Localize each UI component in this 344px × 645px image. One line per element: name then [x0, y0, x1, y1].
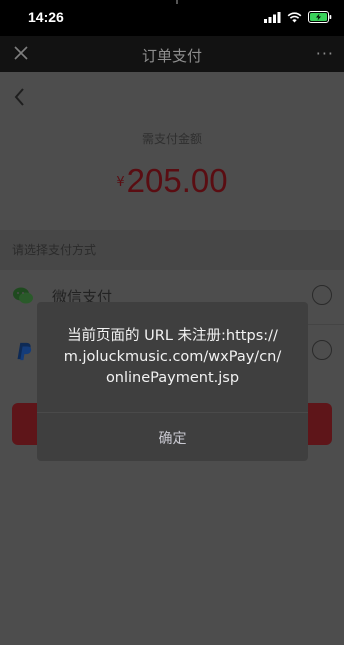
- dialog-message: 当前页面的 URL 未注册:https:// m.joluckmusic.com…: [47, 326, 298, 389]
- amount-value: 205.00: [126, 162, 228, 199]
- wechat-icon: [13, 287, 33, 304]
- notch: [176, 0, 178, 4]
- status-icons: [264, 11, 332, 23]
- paypal-icon: [17, 342, 32, 361]
- paypal-radio[interactable]: [312, 340, 332, 360]
- currency-symbol: ¥: [116, 175, 125, 190]
- navbar: 订单支付 ···: [0, 36, 344, 72]
- dialog-message-line-3: onlinePayment.jsp: [105, 370, 240, 386]
- dialog-message-line-2: m.joluckmusic.com/wxPay/cn/: [63, 349, 282, 365]
- status-bar: 14:26: [0, 0, 344, 36]
- signal-icon: [264, 11, 281, 23]
- amount-display: ¥205.00: [0, 162, 344, 200]
- page-title: 订单支付: [141, 47, 202, 65]
- battery-charging-icon: [308, 11, 332, 23]
- chevron-left-icon[interactable]: [12, 86, 28, 108]
- dialog-divider: [37, 412, 308, 413]
- payment-section-label: 请选择支付方式: [0, 230, 344, 270]
- more-icon[interactable]: ···: [316, 44, 334, 63]
- dialog-message-line-1: 当前页面的 URL 未注册:https://: [67, 328, 278, 344]
- confirm-button[interactable]: 确定: [37, 424, 308, 454]
- alert-dialog: 当前页面的 URL 未注册:https:// m.joluckmusic.com…: [37, 302, 308, 461]
- amount-label: 需支付金额: [141, 132, 202, 146]
- wifi-icon: [287, 11, 302, 22]
- wechat-radio[interactable]: [312, 285, 332, 305]
- status-time: 14:26: [28, 9, 64, 25]
